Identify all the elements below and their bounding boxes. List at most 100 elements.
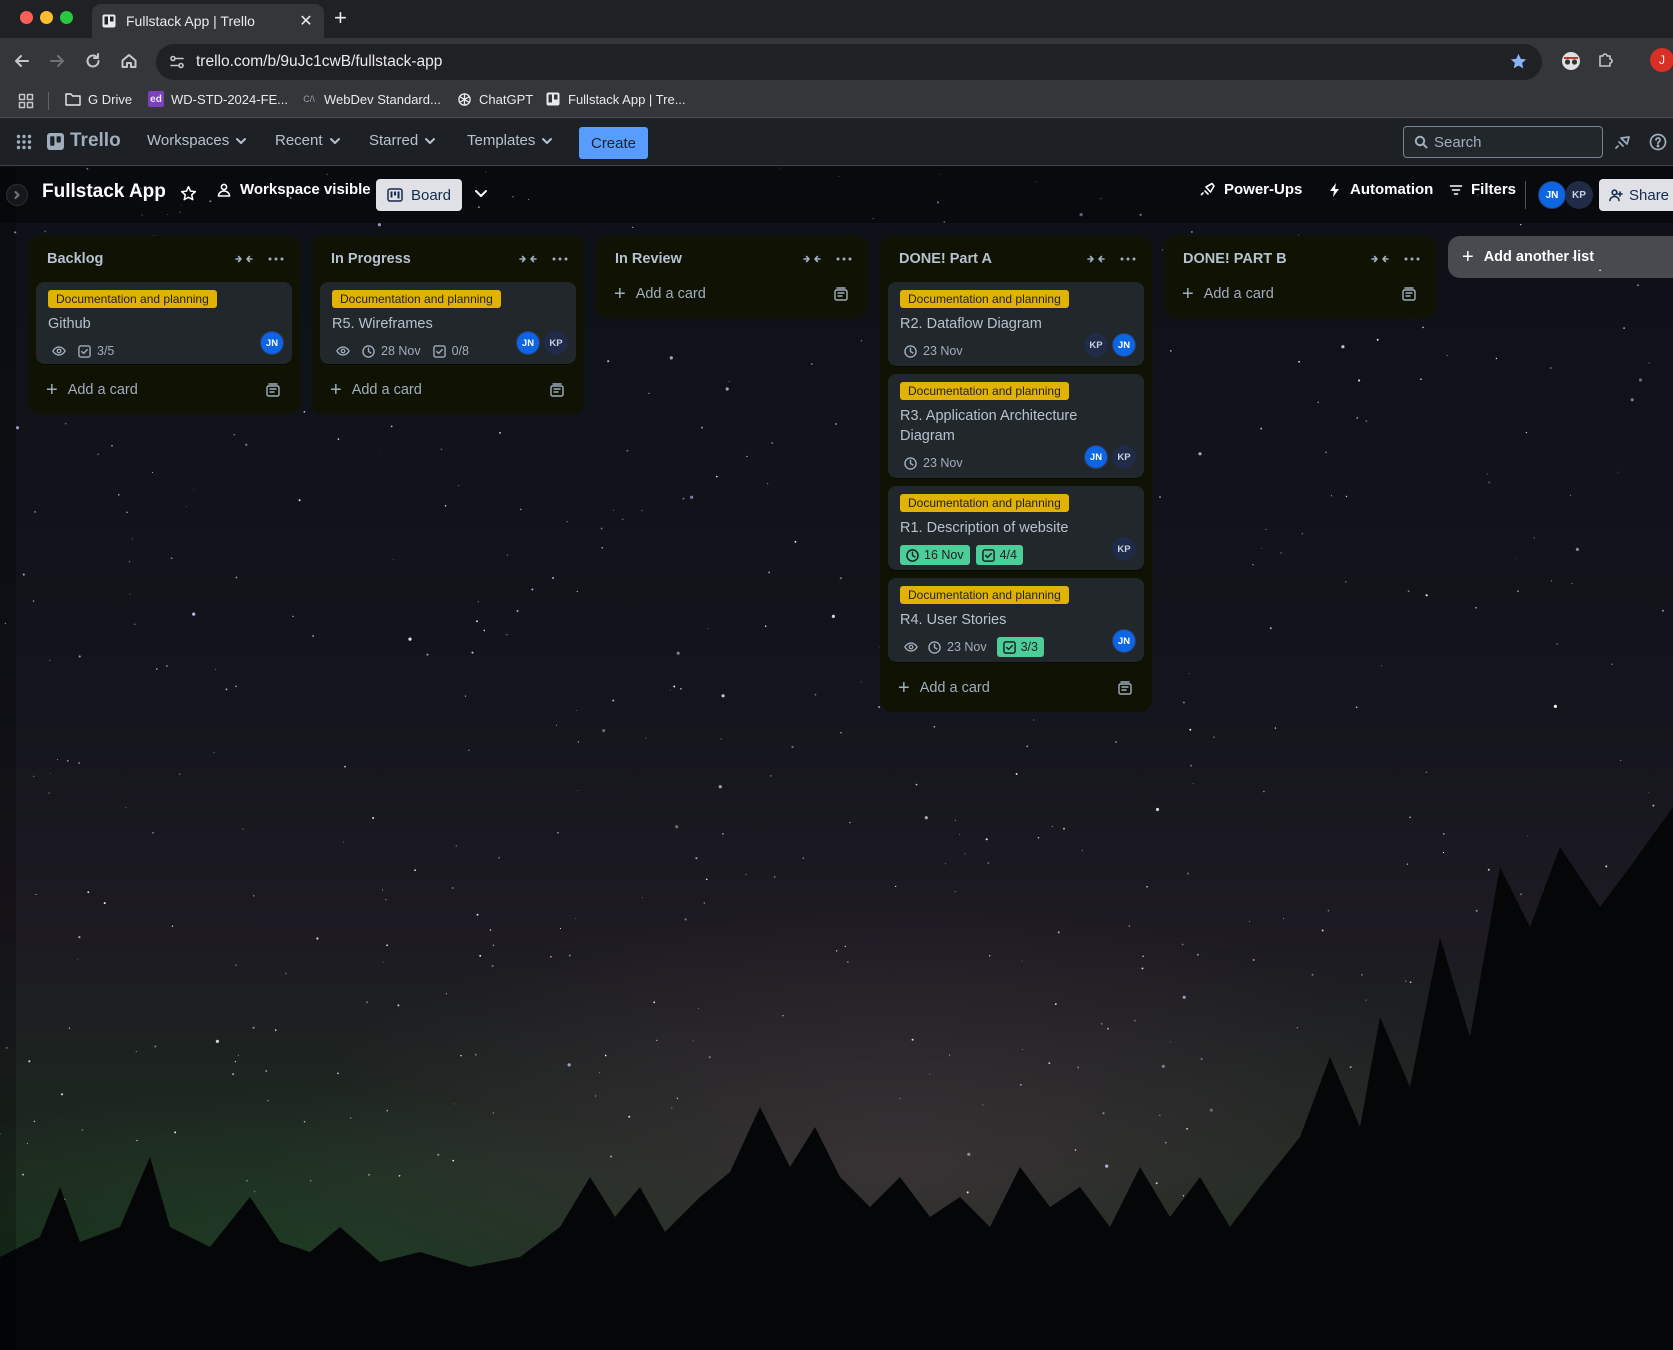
back-icon[interactable]: [12, 51, 32, 71]
card-label[interactable]: Documentation and planning: [48, 290, 217, 308]
member-avatar-kp[interactable]: KP: [1084, 333, 1108, 357]
nav-starred[interactable]: Starred: [369, 132, 436, 149]
site-info-icon[interactable]: [168, 53, 186, 71]
window-close-dot[interactable]: [20, 11, 33, 24]
list-menu-icon[interactable]: [1396, 247, 1428, 271]
list-title[interactable]: DONE! PART B: [1183, 251, 1364, 267]
search-input[interactable]: Search: [1403, 126, 1603, 158]
trello-logo[interactable]: Trello: [47, 130, 121, 152]
card-template-icon[interactable]: [1402, 287, 1416, 301]
card[interactable]: Documentation and planning R3. Applicati…: [888, 374, 1144, 478]
clock-icon: [906, 548, 919, 562]
member-avatar-kp[interactable]: KP: [1112, 445, 1136, 469]
url-text: trello.com/b/9uJc1cwB/fullstack-app: [196, 53, 443, 70]
card[interactable]: Documentation and planning R2. Dataflow …: [888, 282, 1144, 366]
list-title[interactable]: DONE! Part A: [899, 251, 1080, 267]
collapse-list-icon[interactable]: [796, 247, 828, 271]
bookmark-chatgpt[interactable]: ChatGPT: [456, 91, 533, 107]
due-date-badge: 28 Nov: [362, 344, 421, 358]
card-title: R2. Dataflow Diagram: [900, 316, 1042, 332]
add-card-button[interactable]: + Add a card: [1172, 276, 1428, 312]
card[interactable]: Documentation and planning R5. Wireframe…: [320, 282, 576, 364]
collapse-list-icon[interactable]: [228, 247, 260, 271]
share-button[interactable]: Share: [1599, 179, 1673, 211]
member-avatar-kp[interactable]: KP: [544, 331, 568, 355]
card-template-icon[interactable]: [834, 287, 848, 301]
window-zoom-dot[interactable]: [60, 11, 73, 24]
star-board-icon[interactable]: [180, 185, 197, 202]
view-switcher-chevron-icon[interactable]: [473, 185, 489, 201]
checklist-icon: [78, 344, 91, 358]
card-label[interactable]: Documentation and planning: [900, 494, 1069, 512]
nav-recent[interactable]: Recent: [275, 132, 341, 149]
nav-templates[interactable]: Templates: [467, 132, 553, 149]
card-members: KP JN: [1084, 333, 1136, 357]
create-button[interactable]: Create: [579, 127, 648, 159]
chevron-down-icon: [236, 137, 247, 144]
forward-icon[interactable]: [47, 51, 67, 71]
add-card-button[interactable]: + Add a card: [604, 276, 860, 312]
card-template-icon[interactable]: [266, 383, 280, 397]
bookmark-wd-std[interactable]: ed WD-STD-2024-FE...: [148, 91, 288, 107]
member-avatar-jn[interactable]: JN: [1084, 445, 1108, 469]
member-avatar-jn[interactable]: JN: [1112, 629, 1136, 653]
card-label[interactable]: Documentation and planning: [900, 382, 1069, 400]
app-switcher-icon[interactable]: [16, 134, 32, 150]
reload-icon[interactable]: [83, 51, 103, 71]
card-members: JN KP: [516, 331, 568, 355]
member-avatar-kp[interactable]: KP: [1565, 181, 1593, 209]
member-avatar-jn[interactable]: JN: [1112, 333, 1136, 357]
list-menu-icon[interactable]: [544, 247, 576, 271]
list-header: DONE! Part A: [888, 236, 1144, 282]
card-template-icon[interactable]: [550, 383, 564, 397]
visibility-button[interactable]: Workspace visible: [216, 181, 371, 198]
list-menu-icon[interactable]: [260, 247, 292, 271]
board-title[interactable]: Fullstack App: [42, 181, 166, 203]
list-menu-icon[interactable]: [828, 247, 860, 271]
member-avatar-kp[interactable]: KP: [1112, 537, 1136, 561]
add-another-list-button[interactable]: + Add another list: [1448, 236, 1673, 278]
collapse-list-icon[interactable]: [1080, 247, 1112, 271]
home-icon[interactable]: [119, 51, 139, 71]
window-minimize-dot[interactable]: [40, 11, 53, 24]
new-tab-icon[interactable]: +: [334, 7, 347, 29]
tab-close-icon[interactable]: ✕: [298, 11, 314, 31]
bookmark-trello[interactable]: Fullstack App | Tre...: [545, 91, 686, 107]
help-icon[interactable]: [1649, 133, 1667, 151]
filters-button[interactable]: Filters: [1449, 181, 1516, 198]
card-label[interactable]: Documentation and planning: [332, 290, 501, 308]
add-card-button[interactable]: + Add a card: [320, 372, 576, 408]
automation-button[interactable]: Automation: [1328, 181, 1433, 198]
notifications-icon[interactable]: [1614, 133, 1632, 151]
list-title[interactable]: In Review: [615, 251, 796, 267]
card[interactable]: Documentation and planning R1. Descripti…: [888, 486, 1144, 570]
card-template-icon[interactable]: [1118, 681, 1132, 695]
bookmark-star-icon[interactable]: [1509, 52, 1528, 71]
member-avatar-jn[interactable]: JN: [516, 331, 540, 355]
bookmark-gdrive[interactable]: G Drive: [65, 91, 132, 107]
address-bar[interactable]: trello.com/b/9uJc1cwB/fullstack-app: [156, 44, 1542, 80]
powerups-button[interactable]: Power-Ups: [1200, 181, 1302, 198]
card[interactable]: Documentation and planning R4. User Stor…: [888, 578, 1144, 662]
card[interactable]: Documentation and planning Github 3/5 JN: [36, 282, 292, 364]
card-label[interactable]: Documentation and planning: [900, 290, 1069, 308]
card-label[interactable]: Documentation and planning: [900, 586, 1069, 604]
board-view-button[interactable]: Board: [376, 179, 462, 211]
collapse-list-icon[interactable]: [512, 247, 544, 271]
list-done-part-a: DONE! Part A Documentation and planning …: [880, 236, 1152, 712]
incognito-extension-icon[interactable]: [1560, 50, 1582, 72]
collapse-list-icon[interactable]: [1364, 247, 1396, 271]
profile-avatar[interactable]: J: [1650, 48, 1673, 72]
nav-workspaces[interactable]: Workspaces: [147, 132, 247, 149]
member-avatar-jn[interactable]: JN: [260, 331, 284, 355]
member-avatar-jn[interactable]: JN: [1538, 181, 1566, 209]
apps-grid-icon[interactable]: [18, 93, 34, 109]
list-menu-icon[interactable]: [1112, 247, 1144, 271]
extensions-puzzle-icon[interactable]: [1596, 50, 1616, 70]
bookmark-webdev[interactable]: C/\ WebDev Standard...: [301, 91, 441, 107]
add-card-button[interactable]: + Add a card: [36, 372, 292, 408]
add-card-button[interactable]: + Add a card: [888, 670, 1144, 706]
list-title[interactable]: In Progress: [331, 251, 512, 267]
list-title[interactable]: Backlog: [47, 251, 228, 267]
browser-tab[interactable]: Fullstack App | Trello ✕: [92, 4, 324, 38]
